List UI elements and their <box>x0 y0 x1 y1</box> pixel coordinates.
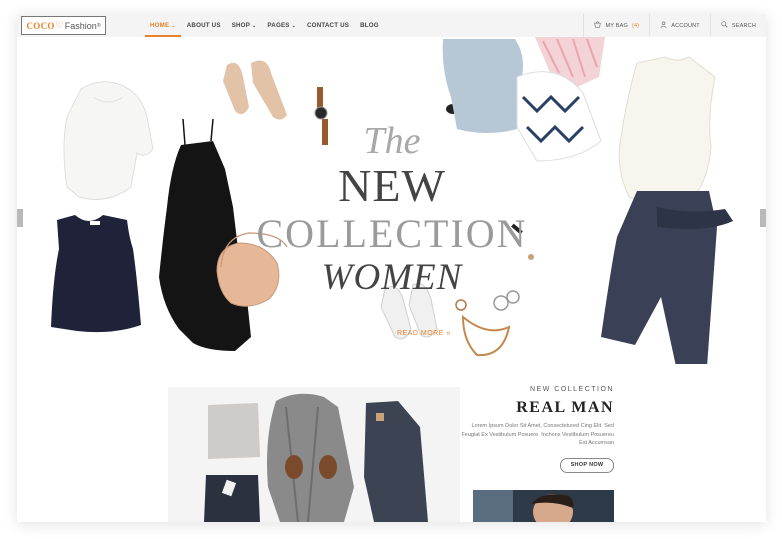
hero-text-collection: COLLECTION <box>256 211 528 256</box>
search-button[interactable]: SEARCH <box>709 14 766 37</box>
hero-slider: The NEW COLLECTION WOMEN READ MORE » <box>17 37 766 364</box>
hero-text-the: The <box>363 120 421 162</box>
man-portrait-image[interactable] <box>473 490 614 522</box>
nav-home-label: HOME <box>150 22 170 29</box>
nav-shop[interactable]: SHOP ⌄ <box>232 14 257 37</box>
slider-prev-arrow[interactable] <box>17 209 23 227</box>
slider-next-arrow[interactable] <box>760 209 766 227</box>
shopping-bag-icon <box>594 21 602 30</box>
chevron-down-icon: ⌄ <box>291 23 297 29</box>
browser-frame: COCO ♡ Fashion ® HOME ⌄ ABOUT US SHOP ⌄ PA… <box>0 0 782 539</box>
white-tank-top-image <box>618 56 716 204</box>
my-bag-button[interactable]: MY BAG (4) <box>583 14 649 37</box>
white-blouse-image <box>63 81 154 200</box>
search-label: SEARCH <box>731 22 756 29</box>
chevron-down-icon: ⌄ <box>171 23 176 29</box>
nav-about-label: ABOUT US <box>186 22 221 29</box>
site-header: COCO ♡ Fashion ® HOME ⌄ ABOUT US SHOP ⌄ PA… <box>17 14 766 38</box>
site-logo[interactable]: COCO ♡ Fashion ® <box>21 16 106 35</box>
nav-contact-label: CONTACT US <box>307 22 350 29</box>
navy-top-image <box>51 215 141 333</box>
black-dress-image <box>159 118 251 351</box>
hero-text-new: NEW <box>338 160 446 211</box>
search-icon <box>721 21 728 30</box>
man-portrait-illustration <box>473 490 614 522</box>
hero-text-women: WOMEN <box>321 257 463 298</box>
account-label: ACCOUNT <box>671 22 700 29</box>
website: COCO ♡ Fashion ® HOME ⌄ ABOUT US SHOP ⌄ PA… <box>17 14 766 522</box>
logo-coco: COCO <box>26 20 55 31</box>
sandals-image <box>223 60 287 120</box>
chevron-down-icon: ⌄ <box>252 23 257 29</box>
logo-fashion: Fashion <box>64 20 97 31</box>
real-man-promo: NEW COLLECTION REAL MAN Lorem Ipsum Dolo… <box>457 386 614 473</box>
nav-pages-label: PAGES <box>267 22 290 29</box>
men-clothing-illustration <box>204 393 428 522</box>
logo-registered: ® <box>96 22 101 29</box>
my-bag-label: MY BAG <box>605 22 628 29</box>
promo-subtitle: NEW COLLECTION <box>529 386 614 393</box>
account-button[interactable]: ACCOUNT <box>649 14 710 37</box>
nav-about-us[interactable]: ABOUT US <box>187 14 221 37</box>
nav-contact-us[interactable]: CONTACT US <box>307 14 349 37</box>
bag-count-badge: (4) <box>631 22 640 29</box>
heart-icon: ♡ <box>55 20 64 30</box>
nav-shop-label: SHOP <box>231 22 251 29</box>
read-more-link[interactable]: READ MORE » <box>397 330 451 337</box>
main-nav: HOME ⌄ ABOUT US SHOP ⌄ PAGES ⌄ CONTACT US B… <box>145 14 390 37</box>
promo-description: Lorem Ipsum Dolor Sit Amet, Consecteture… <box>461 423 614 446</box>
nav-blog-label: BLOG <box>360 22 379 29</box>
navy-pants-image <box>601 191 733 364</box>
user-icon <box>660 21 667 30</box>
patterned-towel-image <box>516 71 602 162</box>
nav-pages[interactable]: PAGES ⌄ <box>267 14 296 37</box>
promo-title: REAL MAN <box>516 399 614 416</box>
nav-home[interactable]: HOME ⌄ <box>145 14 181 37</box>
men-collection-image[interactable] <box>168 387 460 522</box>
shop-now-button[interactable]: SHOP NOW <box>560 458 614 473</box>
header-tools: MY BAG (4) ACCOUNT SEARCH <box>583 14 766 37</box>
nav-blog[interactable]: BLOG <box>360 14 379 37</box>
